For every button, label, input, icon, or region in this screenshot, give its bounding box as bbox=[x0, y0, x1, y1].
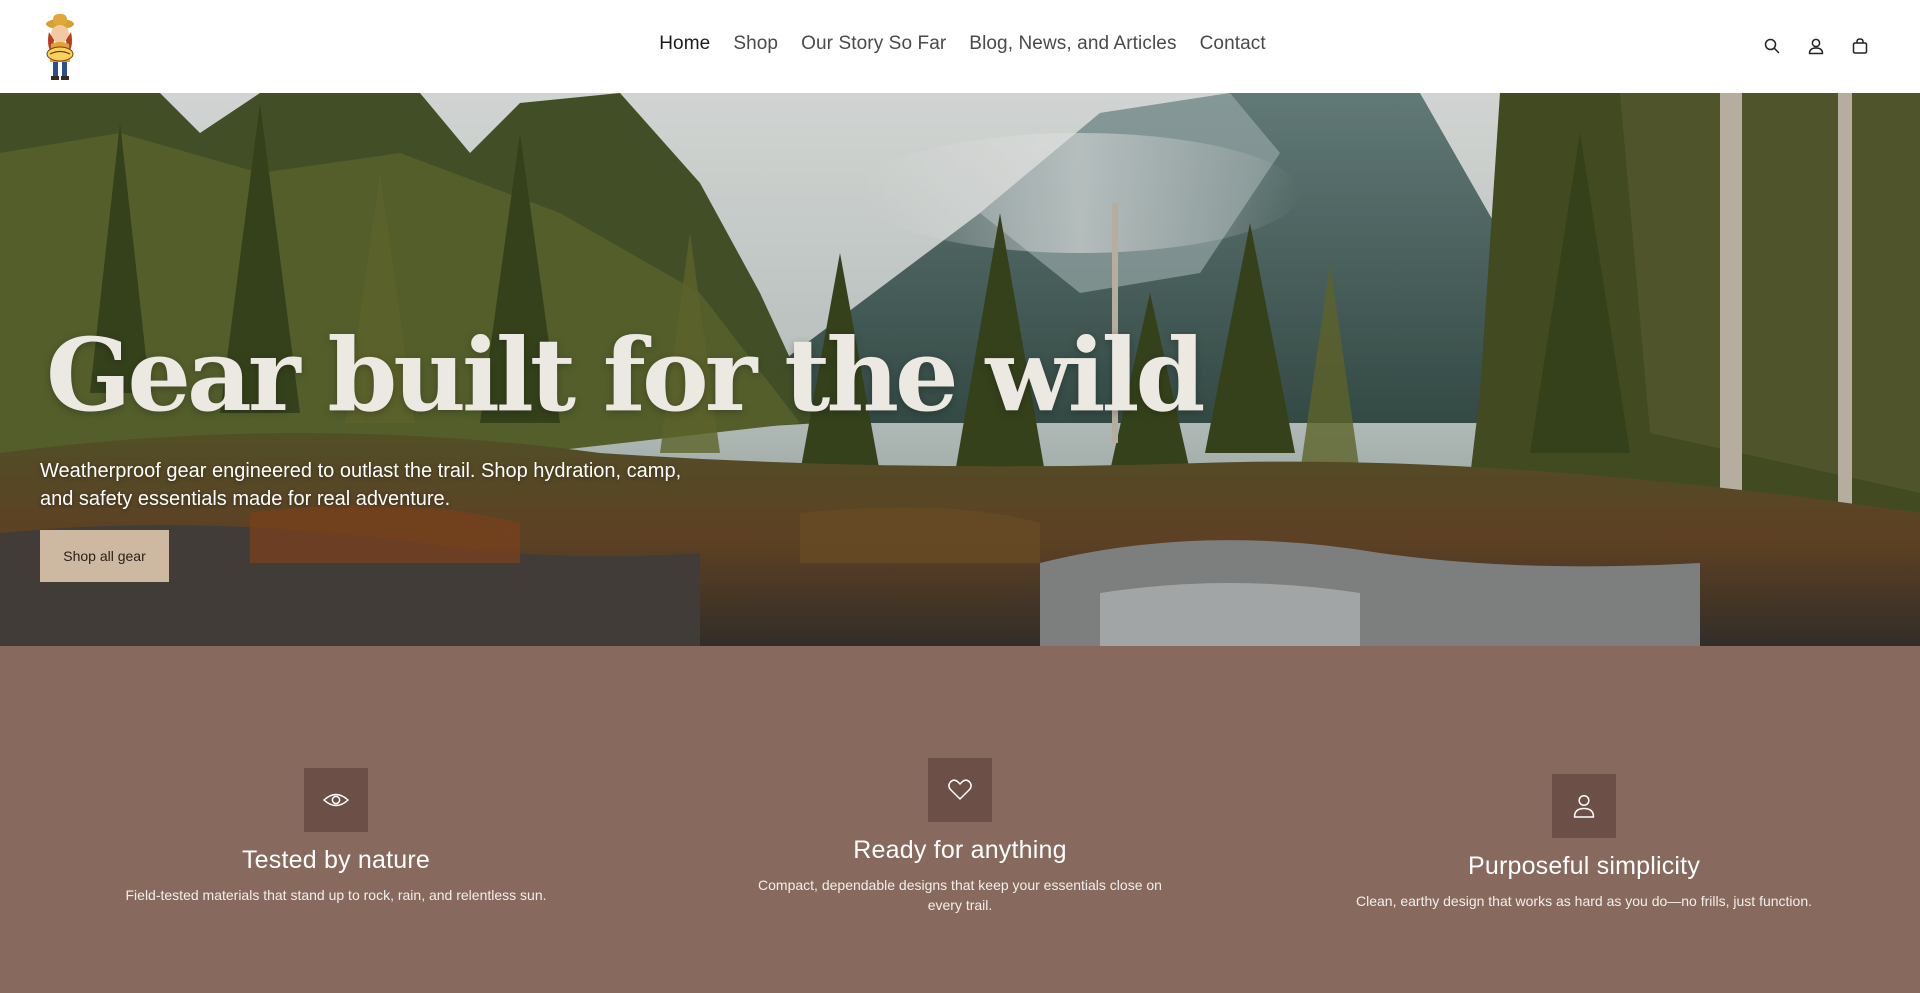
feature-tested-by-nature: Tested by nature Field-tested materials … bbox=[96, 768, 576, 905]
nav-item-home[interactable]: Home bbox=[659, 33, 710, 55]
account-icon[interactable] bbox=[1806, 36, 1826, 56]
feature-text: Compact, dependable designs that keep yo… bbox=[758, 877, 1162, 913]
feature-text: Clean, earthy design that works as hard … bbox=[1355, 893, 1812, 909]
nav-item-blog[interactable]: Blog, News, and Articles bbox=[969, 33, 1176, 55]
shop-all-gear-button[interactable]: Shop all gear bbox=[40, 530, 169, 582]
hero-title: Gear built for the wild bbox=[46, 316, 1205, 434]
feature-ready-for-anything: Ready for anything Compact, dependable d… bbox=[740, 758, 1180, 915]
hero-banner: Gear built for the wild Weatherproof gea… bbox=[0, 93, 1920, 646]
header-actions bbox=[1762, 36, 1870, 56]
hero-subtitle: Weatherproof gear engineered to outlast … bbox=[40, 460, 682, 510]
feature-title: Tested by nature bbox=[241, 846, 431, 874]
feature-purposeful-simplicity: Purposeful simplicity Clean, earthy desi… bbox=[1344, 774, 1824, 911]
features-section: Tested by nature Field-tested materials … bbox=[0, 646, 1920, 993]
person-icon bbox=[1552, 774, 1616, 838]
feature-title: Purposeful simplicity bbox=[1467, 852, 1701, 880]
feature-title: Ready for anything bbox=[853, 836, 1067, 864]
site-header: Home Shop Our Story So Far Blog, News, a… bbox=[0, 0, 1920, 93]
heart-icon bbox=[928, 758, 992, 822]
main-nav: Home Shop Our Story So Far Blog, News, a… bbox=[0, 33, 1920, 55]
nav-item-contact[interactable]: Contact bbox=[1200, 33, 1266, 55]
eye-icon bbox=[304, 768, 368, 832]
nav-item-shop[interactable]: Shop bbox=[733, 33, 778, 55]
nav-item-our-story[interactable]: Our Story So Far bbox=[801, 33, 946, 55]
search-icon[interactable] bbox=[1762, 36, 1782, 56]
feature-text: Field-tested materials that stand up to … bbox=[125, 887, 547, 903]
cart-icon[interactable] bbox=[1850, 36, 1870, 56]
